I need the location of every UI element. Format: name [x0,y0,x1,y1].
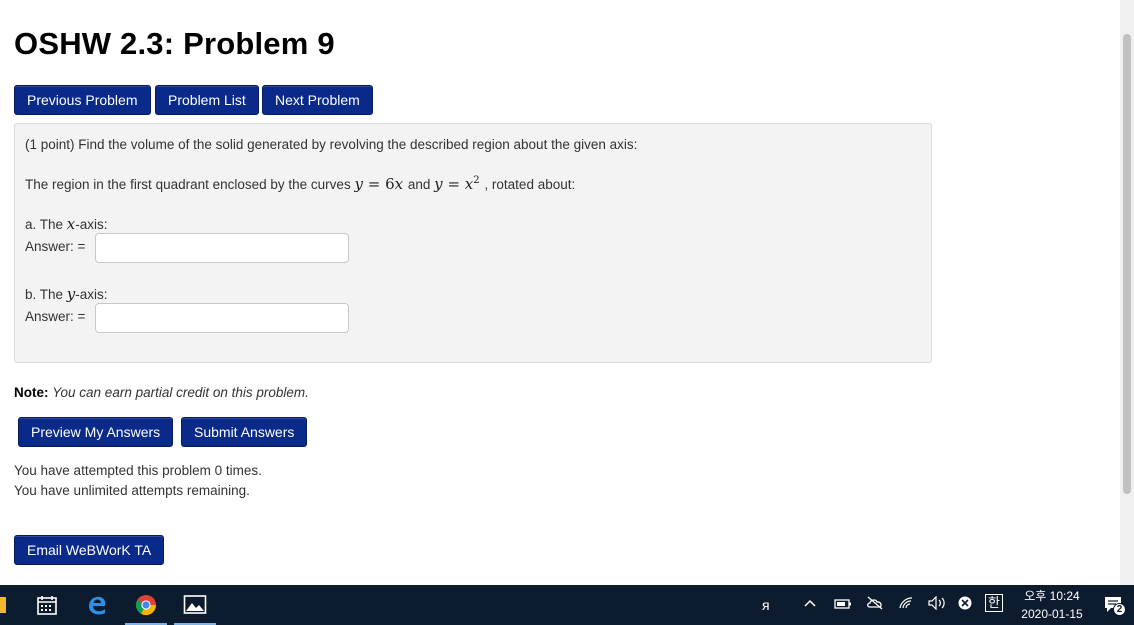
curve-1-lhs: y [354,175,363,193]
curve-1-var: x [394,175,404,193]
windows-taskbar: ᴙ 한 오후 10:24 2020-01-15 2 [0,585,1134,625]
edge-icon[interactable] [74,585,120,625]
curve-1-eq: = [367,175,381,193]
note-label: Note: [14,385,49,400]
previous-problem-button[interactable]: Previous Problem [14,85,151,115]
taskbar-clock[interactable]: 오후 10:24 2020-01-15 [1014,587,1090,623]
next-problem-button[interactable]: Next Problem [262,85,373,115]
vertical-scrollbar[interactable] [1120,0,1134,585]
battery-icon[interactable] [834,595,852,615]
curve-2-exp: 2 [473,175,480,186]
region-prefix: The region in the first quadrant enclose… [25,177,351,192]
email-ta-button[interactable]: Email WeBWorK TA [14,535,165,565]
curve-1-math: y = 6x [354,175,407,193]
part-a-suffix: -axis: [75,217,108,232]
webwork-page: OSHW 2.3: Problem 9 Previous Problem Pro… [0,0,1134,585]
answer-a-input[interactable] [95,233,349,263]
region-suffix: , rotated about: [484,177,576,192]
ime-indicator[interactable]: 한 [985,594,1003,612]
people-icon[interactable]: ᴙ [762,595,770,615]
scrollbar-thumb[interactable] [1123,34,1131,494]
clock-time: 오후 10:24 [1024,589,1080,603]
attempts-remaining: You have unlimited attempts remaining. [14,483,250,498]
notification-count: 2 [1113,603,1126,616]
answer-b-input[interactable] [95,303,349,333]
problem-box: (1 point) Find the volume of the solid g… [14,123,932,363]
and-word: and [407,177,431,192]
attempts-status: You have attempted this problem 0 times. [14,463,262,478]
curve-2-lhs: y [434,175,443,193]
onedrive-offline-icon[interactable] [866,595,884,615]
part-b-var: y [66,285,76,303]
problem-list-button[interactable]: Problem List [155,85,259,115]
notification-icon[interactable]: 2 [1103,594,1126,616]
chrome-icon[interactable] [123,585,169,625]
curve-2-eq: = [447,175,461,193]
file-explorer-icon-edge[interactable] [0,597,6,613]
note-text: You can earn partial credit on this prob… [52,385,309,400]
chevron-up-icon[interactable] [804,595,816,615]
curve-1-coef: 6 [385,175,395,193]
part-a-var: x [66,215,76,233]
curve-2-var: x [464,175,474,193]
part-a-label: a. The x-axis: [25,215,108,233]
curve-2-math: y = x2 [434,175,484,193]
close-circle-icon[interactable] [958,595,972,615]
part-b-prefix: b. The [25,287,64,302]
part-a-prefix: a. The [25,217,64,232]
photos-icon[interactable] [172,585,218,625]
problem-intro: (1 point) Find the volume of the solid g… [25,137,638,152]
submit-answers-button[interactable]: Submit Answers [181,417,308,447]
answer-a-label: Answer: = [25,239,86,254]
volume-icon[interactable] [928,595,948,615]
preview-answers-button[interactable]: Preview My Answers [18,417,174,447]
page-title: OSHW 2.3: Problem 9 [14,26,335,61]
clock-date: 2020-01-15 [1021,607,1083,621]
wifi-icon[interactable] [898,595,914,615]
note: Note: You can earn partial credit on thi… [14,385,309,400]
calendar-icon[interactable] [24,585,70,625]
part-b-label: b. The y-axis: [25,285,108,303]
answer-b-label: Answer: = [25,309,86,324]
part-b-suffix: -axis: [75,287,108,302]
problem-region: The region in the first quadrant enclose… [25,175,575,193]
